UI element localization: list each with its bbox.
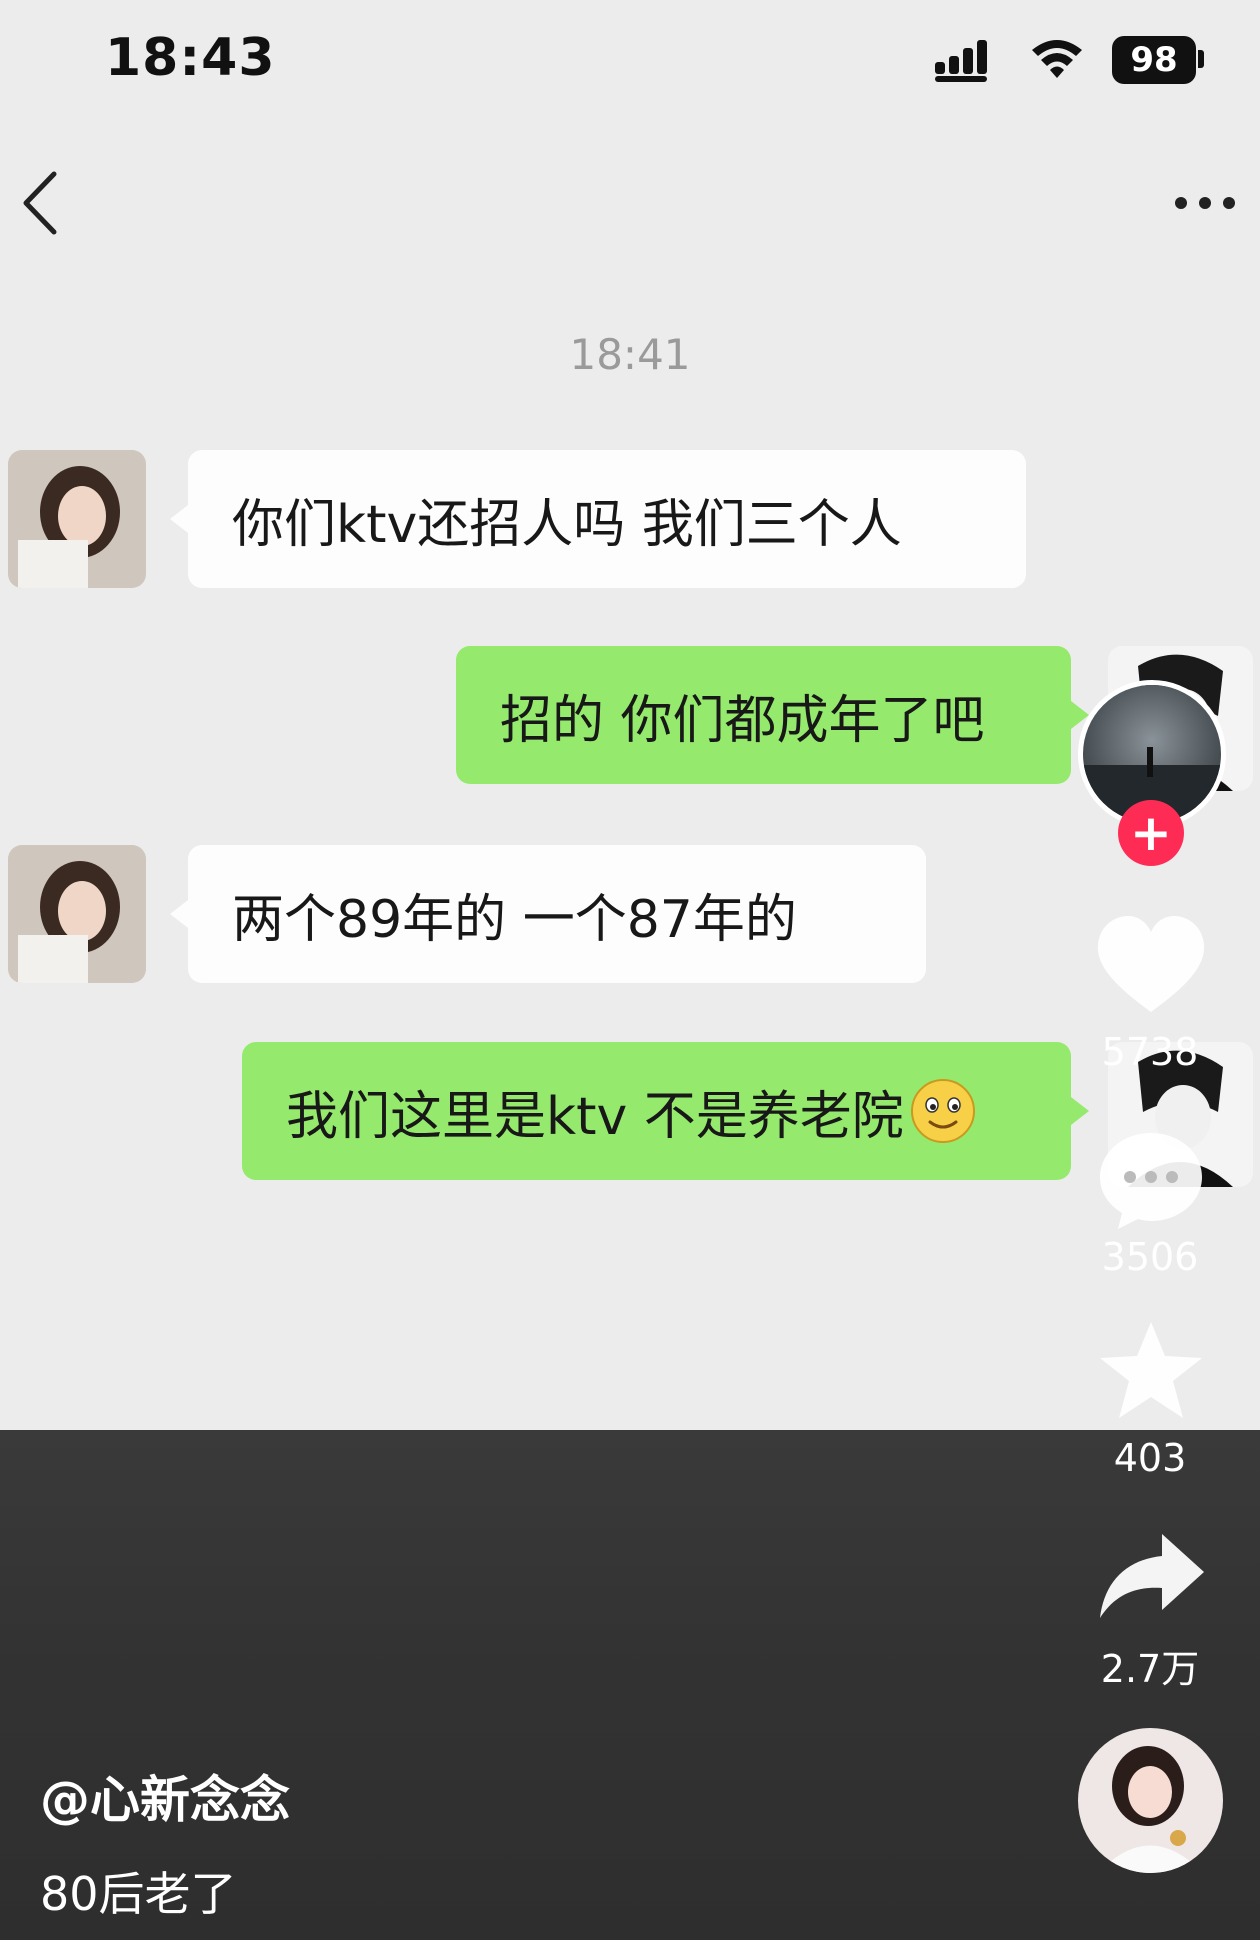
comment-count: 3506 [1101, 1235, 1199, 1279]
bubble-tail [170, 900, 188, 928]
back-arrow-icon[interactable] [18, 168, 68, 238]
battery-tip [1198, 50, 1204, 68]
star-icon[interactable] [1092, 1318, 1210, 1428]
message-bubble-outgoing[interactable]: 招的 你们都成年了吧 [456, 646, 1071, 784]
plus-icon: + [1130, 804, 1172, 862]
share-count: 2.7万 [1100, 1647, 1200, 1691]
message-bubble-outgoing[interactable]: 我们这里是ktv 不是养老院 [242, 1042, 1071, 1180]
bubble-tail [170, 505, 188, 533]
heart-icon[interactable] [1092, 912, 1210, 1022]
message-text: 我们这里是ktv 不是养老院 [286, 1086, 904, 1147]
author-handle[interactable]: @心新念念 [40, 1760, 290, 1832]
wifi-icon [1032, 40, 1082, 78]
message-bubble-incoming[interactable]: 两个89年的 一个87年的 [188, 845, 926, 983]
smile-emoji-icon [910, 1079, 975, 1143]
sender-avatar[interactable] [8, 450, 146, 588]
share-icon[interactable] [1092, 1522, 1210, 1632]
chat-timestamp: 18:41 [569, 330, 691, 379]
more-dots-icon[interactable] [1160, 188, 1250, 218]
bubble-tail [1071, 1097, 1089, 1125]
message-bubble-incoming[interactable]: 你们ktv还招人吗 我们三个人 [188, 450, 1026, 588]
status-time: 18:43 [105, 28, 276, 88]
favorite-count: 403 [1113, 1436, 1187, 1480]
music-disc-avatar[interactable] [1078, 1728, 1223, 1873]
signal-icon [935, 40, 987, 82]
status-bar: 18:43 98 [0, 0, 1260, 120]
comment-icon[interactable] [1092, 1125, 1210, 1235]
video-caption: 80后老了 [40, 1867, 237, 1921]
like-count: 5738 [1101, 1030, 1199, 1074]
sender-avatar[interactable] [8, 845, 146, 983]
battery-indicator: 98 [1112, 36, 1196, 84]
follow-plus-button[interactable]: + [1118, 800, 1184, 866]
